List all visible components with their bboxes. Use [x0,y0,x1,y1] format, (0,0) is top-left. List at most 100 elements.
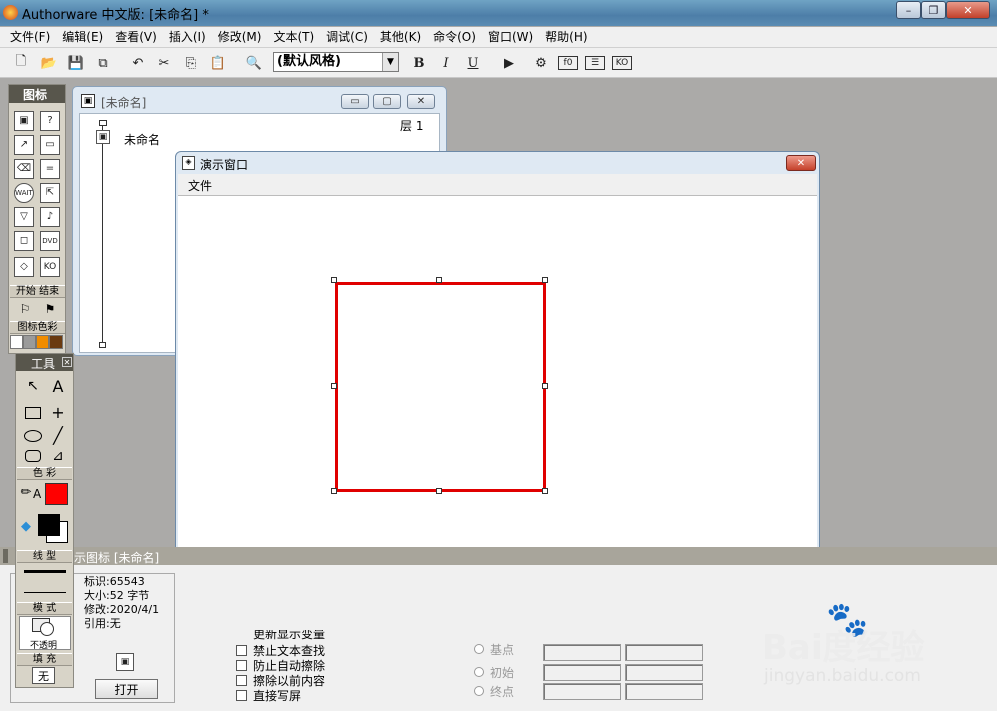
presentation-title: 演示窗口 [200,158,249,172]
framework-icon[interactable]: ▭ [40,135,60,155]
functions-icon[interactable]: f0 [558,56,578,70]
selection-handle[interactable] [331,383,337,389]
menu-insert[interactable]: 插入(I) [163,27,212,47]
oval-tool-icon[interactable] [24,430,42,442]
close-icon[interactable]: ✕ [62,357,72,367]
interaction-icon[interactable]: ? [40,111,60,131]
line-tool-icon[interactable]: ╱ [48,425,68,445]
checkbox-erase-previous[interactable] [236,675,247,686]
wait-icon[interactable]: WAIT [14,183,34,203]
checkbox-no-text-search[interactable] [236,645,247,656]
minimize-button[interactable]: ▭ [341,94,369,109]
base-y-field[interactable] [625,644,703,661]
selection-handle[interactable] [542,488,548,494]
color-swatch-white[interactable] [10,335,23,349]
selection-handle[interactable] [436,488,442,494]
navigate-icon[interactable]: ⇱ [40,183,60,203]
variables-icon[interactable]: ☰ [585,56,605,70]
bold-button[interactable]: B [409,53,429,73]
branch-icon[interactable]: ◇ [14,257,34,277]
selection-handle[interactable] [331,277,337,283]
checkbox-prevent-auto-erase[interactable] [236,660,247,671]
initial-y-field[interactable] [625,664,703,681]
ko-icon[interactable]: KO [40,257,60,277]
initial-x-field[interactable] [543,664,621,681]
underline-button[interactable]: U [463,53,483,73]
foreground-color-swatch[interactable] [38,514,60,536]
restore-button[interactable]: ❐ [921,1,946,19]
base-x-field[interactable] [543,644,621,661]
open-button[interactable]: 打开 [95,679,158,699]
pen-color-swatch[interactable] [45,483,68,505]
properties-grip[interactable] [3,549,8,563]
paste-icon[interactable]: 📋 [208,53,228,73]
calculation-icon[interactable]: = [40,159,60,179]
find-icon[interactable]: 🔍 [244,53,264,73]
erase-icon[interactable]: ⌫ [14,159,34,179]
open-folder-icon[interactable]: 📂 [39,53,59,73]
decision-icon[interactable]: ▽ [14,207,34,227]
cut-icon[interactable]: ✂ [154,53,174,73]
menu-text[interactable]: 文本(T) [267,27,320,47]
close-button[interactable]: ✕ [407,94,435,109]
end-y-field[interactable] [625,683,703,700]
end-flag-icon[interactable]: ⚑ [40,301,60,317]
rounded-rect-tool-icon[interactable] [25,450,41,462]
crosshair-tool-icon[interactable]: + [48,402,68,422]
new-file-icon[interactable]: 🗋 [11,53,31,73]
selection-handle[interactable] [542,383,548,389]
menu-edit[interactable]: 编辑(E) [56,27,109,47]
selection-handle[interactable] [542,277,548,283]
selection-handle[interactable] [331,488,337,494]
save-all-icon[interactable]: 💾 [66,53,86,73]
map-icon[interactable]: ◻ [14,231,34,251]
menu-modify[interactable]: 修改(M) [212,27,268,47]
rectangle-tool-icon[interactable] [25,407,41,419]
menu-help[interactable]: 帮助(H) [539,27,593,47]
line-style-thin[interactable] [24,592,66,593]
sound-icon[interactable]: ♪ [40,207,60,227]
radio-base-point[interactable] [474,644,484,654]
checkbox-direct-to-screen[interactable] [236,690,247,701]
menu-command[interactable]: 命令(O) [427,27,482,47]
color-swatch-gray[interactable] [23,335,36,349]
radio-initial[interactable] [474,667,484,677]
start-flag-icon[interactable]: ⚐ [15,301,35,317]
red-rectangle-shape[interactable] [335,282,546,492]
import-icon[interactable]: ⧉ [93,53,113,73]
menu-debug[interactable]: 调试(C) [320,27,374,47]
dvd-icon[interactable]: DVD [40,231,60,251]
presentation-menu-file[interactable]: 文件 [188,177,212,194]
menu-file[interactable]: 文件(F) [4,27,56,47]
line-style-thick[interactable] [24,570,66,573]
selection-handle[interactable] [436,277,442,283]
control-panel-icon[interactable]: ⚙ [531,53,551,73]
menu-other[interactable]: 其他(K) [374,27,427,47]
text-color-glyph: A [33,487,42,501]
end-x-field[interactable] [543,683,621,700]
color-swatch-orange[interactable] [36,335,49,349]
text-tool-icon[interactable]: A [48,376,68,396]
fill-value[interactable]: 无 [32,667,55,684]
italic-button[interactable]: I [436,53,456,73]
knowledge-objects-icon[interactable]: KO [612,56,632,70]
display-icon[interactable]: ▣ [96,130,110,144]
polygon-tool-icon[interactable]: ⊿ [48,446,68,466]
style-select[interactable]: (默认风格) ▼ [273,52,399,72]
motion-icon[interactable]: ↗ [14,135,34,155]
chevron-down-icon[interactable]: ▼ [382,53,398,71]
copy-icon[interactable]: ⎘ [181,53,201,73]
menu-view[interactable]: 查看(V) [109,27,163,47]
run-icon[interactable]: ▶ [499,53,519,73]
color-swatch-brown[interactable] [49,335,63,349]
close-button[interactable]: ✕ [946,1,990,19]
menu-window[interactable]: 窗口(W) [482,27,539,47]
minimize-button[interactable]: – [896,1,921,19]
undo-icon[interactable]: ↶ [128,53,148,73]
flow-item-label[interactable]: 未命名 [124,131,160,148]
pointer-tool-icon[interactable]: ↖ [23,376,43,396]
maximize-button[interactable]: ▢ [373,94,401,109]
display-icon[interactable]: ▣ [14,111,34,131]
close-button[interactable]: ✕ [786,155,816,171]
radio-end-point[interactable] [474,686,484,696]
